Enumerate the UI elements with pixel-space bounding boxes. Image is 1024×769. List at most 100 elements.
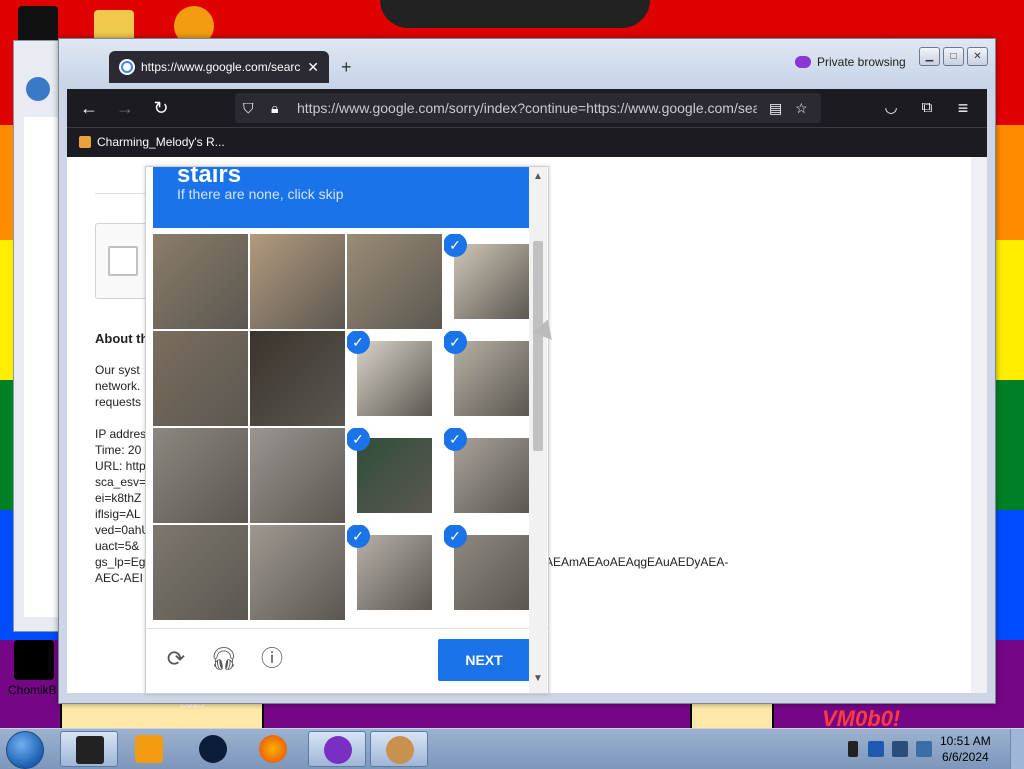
challenge-tile[interactable] [153,428,248,523]
challenge-tile[interactable]: ✓ [347,331,442,426]
tile-image [153,428,248,523]
close-tab-icon[interactable]: ✕ [307,59,319,76]
minimize-button[interactable]: ▁ [919,47,940,66]
page-line: Our syst [95,363,140,377]
challenge-tile[interactable]: ✓ [444,428,539,523]
google-g-icon [119,59,135,75]
tile-image [250,525,345,620]
security-shield-icon[interactable] [868,741,884,757]
clock-date: 6/6/2024 [941,750,989,764]
desktop-icon-chomik[interactable] [14,640,54,680]
tile-image [347,234,442,329]
challenge-tile[interactable] [250,331,345,426]
next-button[interactable]: NEXT [438,639,530,681]
system-clock[interactable]: 10:51 AM 6/6/2024 [940,733,991,765]
challenge-image-grid: ✓ ✓ ✓ ✓ ✓ ✓ ✓ [153,234,541,622]
volume-icon[interactable] [916,741,932,757]
recaptcha-checkbox[interactable] [108,246,138,276]
maximize-button[interactable]: □ [943,47,964,66]
recaptcha-challenge: stairs If there are none, click skip ✓ ✓ ✓… [145,166,549,694]
challenge-tile[interactable]: ✓ [444,525,539,620]
network-icon[interactable] [892,741,908,757]
pocket-icon[interactable]: ◡ [881,98,901,118]
back-arrow-icon[interactable] [26,77,50,101]
tile-image [357,341,432,416]
challenge-tile[interactable]: ✓ [347,428,442,523]
browser-tab[interactable]: https://www.google.com/searc ✕ [109,51,329,83]
challenge-tile[interactable]: ✓ [347,525,442,620]
clock-time: 10:51 AM [940,734,991,748]
tile-image [454,244,529,319]
reload-page-icon[interactable]: ↻ [151,98,171,118]
challenge-tile[interactable] [153,234,248,329]
shield-icon[interactable]: ⛉ [243,100,254,117]
page-line-tail: AEAmAEAoAEAqgEAuAEDyAEA- [545,555,729,569]
taskbar-item-media[interactable] [120,731,178,767]
reader-view-icon[interactable]: ▤ [769,100,782,117]
page-heading: About th [95,331,149,346]
bookmark-star-icon[interactable]: ☆ [795,100,808,117]
page-line: Time: 20 [95,443,142,457]
scrollbar-thumb[interactable] [533,241,543,451]
challenge-scrollbar[interactable]: ▲ ▼ [529,167,547,693]
page-line: uact=5& [95,539,140,553]
tile-image [357,535,432,610]
tile-image [454,535,529,610]
challenge-tile[interactable] [347,234,442,329]
page-line: requests [95,395,142,409]
bookmarks-bar: Charming_Melody's R... [67,127,987,158]
background-window-sidebar [24,117,62,617]
tile-image [153,525,248,620]
navigation-toolbar: ← → ↻ ⛉ 🔒︎ https://www.google.com/sorry/… [67,89,987,127]
start-button[interactable] [6,731,44,769]
private-mask-icon [795,56,811,68]
scroll-up-icon[interactable]: ▲ [533,171,543,182]
lock-icon[interactable]: 🔒︎ [271,100,278,117]
globe-icon [199,735,227,763]
reload-icon[interactable]: ⟳ [162,645,190,673]
firefox-icon [259,735,287,763]
url-bar[interactable]: ⛉ 🔒︎ https://www.google.com/sorry/index?… [235,93,821,123]
page-line: ei=k8thZ [95,491,142,505]
new-tab-icon[interactable]: + [341,57,352,78]
page-scrollbar[interactable] [971,157,987,693]
extensions-icon[interactable]: ⧉ [917,98,937,118]
taskbar-item-explorer[interactable] [60,731,118,767]
challenge-tile[interactable]: ✓ [444,331,539,426]
taskbar-item-hamster[interactable] [370,731,428,767]
browser-titlebar: https://www.google.com/searc ✕ + Private… [59,39,995,89]
challenge-tile[interactable] [250,525,345,620]
tile-image [250,331,345,426]
forward-icon[interactable]: → [115,98,135,118]
show-desktop-button[interactable] [1010,729,1024,769]
window-controls: ▁ □ ✕ [919,47,988,66]
page-line: network. [95,379,141,393]
tile-image [454,341,529,416]
close-window-button[interactable]: ✕ [967,47,988,66]
page-line: ved=0ahU [95,523,151,537]
challenge-header: stairs If there are none, click skip [153,167,529,228]
hamster-icon [386,736,414,764]
back-icon[interactable]: ← [79,98,99,118]
challenge-tile[interactable] [250,428,345,523]
scroll-down-icon[interactable]: ▼ [533,673,543,684]
challenge-tile[interactable] [153,525,248,620]
private-browsing-indicator: Private browsing [795,55,906,69]
challenge-tile[interactable] [250,234,345,329]
info-icon[interactable]: ⓘ [258,645,286,673]
private-browsing-label: Private browsing [817,55,906,69]
page-line: IP addres [95,427,147,441]
tile-image [250,428,345,523]
menu-icon[interactable]: ≡ [953,98,973,118]
tray-expand-icon[interactable] [848,741,858,757]
challenge-tile[interactable]: ✓ [444,234,539,329]
taskbar-item-private-firefox[interactable] [308,731,366,767]
audio-icon[interactable]: 🎧︎ [210,645,238,673]
url-text[interactable]: https://www.google.com/sorry/index?conti… [297,100,757,116]
taskbar-item-firefox[interactable] [244,731,302,767]
taskbar: 10:51 AM 6/6/2024 [0,728,1024,769]
bookmark-item[interactable]: Charming_Melody's R... [79,135,225,149]
challenge-tile[interactable] [153,331,248,426]
taskbar-item-globe[interactable] [184,731,242,767]
challenge-footer: ⟳ 🎧︎ ⓘ NEXT [146,628,548,693]
